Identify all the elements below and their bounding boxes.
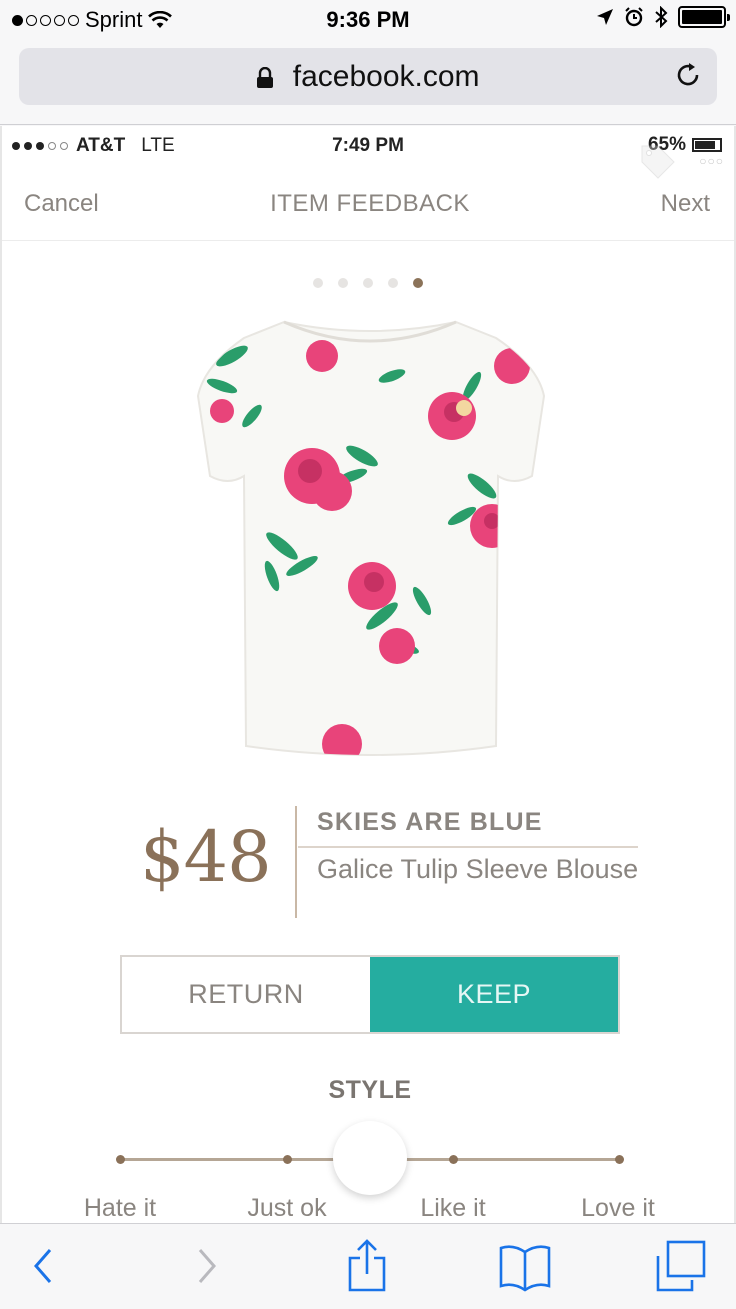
signal-strength-icon (12, 14, 79, 26)
bluetooth-icon (655, 6, 668, 28)
page-indicator (2, 278, 734, 288)
slider-tick-just-ok[interactable] (283, 1155, 292, 1164)
slider-tick-hate[interactable] (116, 1155, 125, 1164)
url-text: facebook.com (292, 60, 480, 93)
address-bar[interactable]: facebook.com (19, 48, 717, 105)
slider-tick-like[interactable] (449, 1155, 458, 1164)
inner-battery-icon (692, 138, 722, 152)
page-dot[interactable] (363, 278, 373, 288)
rating-label-like: Like it (420, 1194, 486, 1222)
wifi-icon (148, 11, 173, 28)
os-status-bar: Sprint 9:36 PM (0, 0, 736, 40)
carrier-info: Sprint (12, 7, 173, 33)
slider-tick-love[interactable] (615, 1155, 624, 1164)
item-name: Galice Tulip Sleeve Blouse (317, 854, 639, 884)
style-rating-label: STYLE (328, 1076, 412, 1104)
return-keep-toggle: RETURN KEEP (120, 955, 620, 1034)
page-dot[interactable] (413, 278, 423, 288)
feedback-nav: Cancel ITEM FEEDBACK Next (2, 184, 734, 224)
page-title: ITEM FEEDBACK (270, 190, 470, 217)
cancel-button[interactable]: Cancel (24, 190, 99, 218)
return-button[interactable]: RETURN (122, 957, 370, 1032)
alarm-icon (625, 7, 643, 27)
status-icons (596, 6, 730, 28)
inner-status-bar: AT&T LTE 7:49 PM 65% (2, 126, 734, 166)
brand-divider (298, 846, 638, 848)
page-dot[interactable] (338, 278, 348, 288)
inner-time: 7:49 PM (332, 135, 404, 156)
page-dot[interactable] (313, 278, 323, 288)
reload-icon[interactable] (673, 60, 703, 90)
price-divider (295, 806, 297, 918)
bookmarks-icon[interactable] (497, 1238, 553, 1294)
page-dot[interactable] (388, 278, 398, 288)
more-icon: ○○○ (699, 154, 724, 168)
divider (0, 124, 736, 125)
item-price: $48 (140, 816, 272, 898)
nav-divider (2, 240, 734, 241)
carrier-name: Sprint (85, 7, 143, 32)
lock-icon (257, 67, 274, 89)
battery-icon (678, 6, 730, 28)
tabs-icon[interactable] (654, 1238, 708, 1294)
rating-label-love: Love it (581, 1194, 655, 1222)
rating-label-hate: Hate it (83, 1194, 157, 1222)
keep-button[interactable]: KEEP (370, 957, 618, 1032)
next-button[interactable]: Next (661, 190, 710, 218)
forward-icon[interactable] (192, 1238, 222, 1294)
share-icon[interactable] (344, 1238, 390, 1294)
product-image (196, 320, 546, 756)
style-slider-thumb[interactable] (333, 1121, 407, 1195)
price-tag-icon (641, 145, 675, 179)
url-display[interactable]: facebook.com (19, 60, 717, 94)
page-content: AT&T LTE 7:49 PM 65% ○○○ Cancel ITEM FEE… (0, 126, 736, 1223)
browser-toolbar (0, 1223, 736, 1309)
back-icon[interactable] (28, 1238, 58, 1294)
item-brand: SKIES ARE BLUE (317, 808, 543, 836)
rating-label-just-ok: Just ok (247, 1194, 327, 1222)
location-arrow-icon (597, 9, 613, 25)
